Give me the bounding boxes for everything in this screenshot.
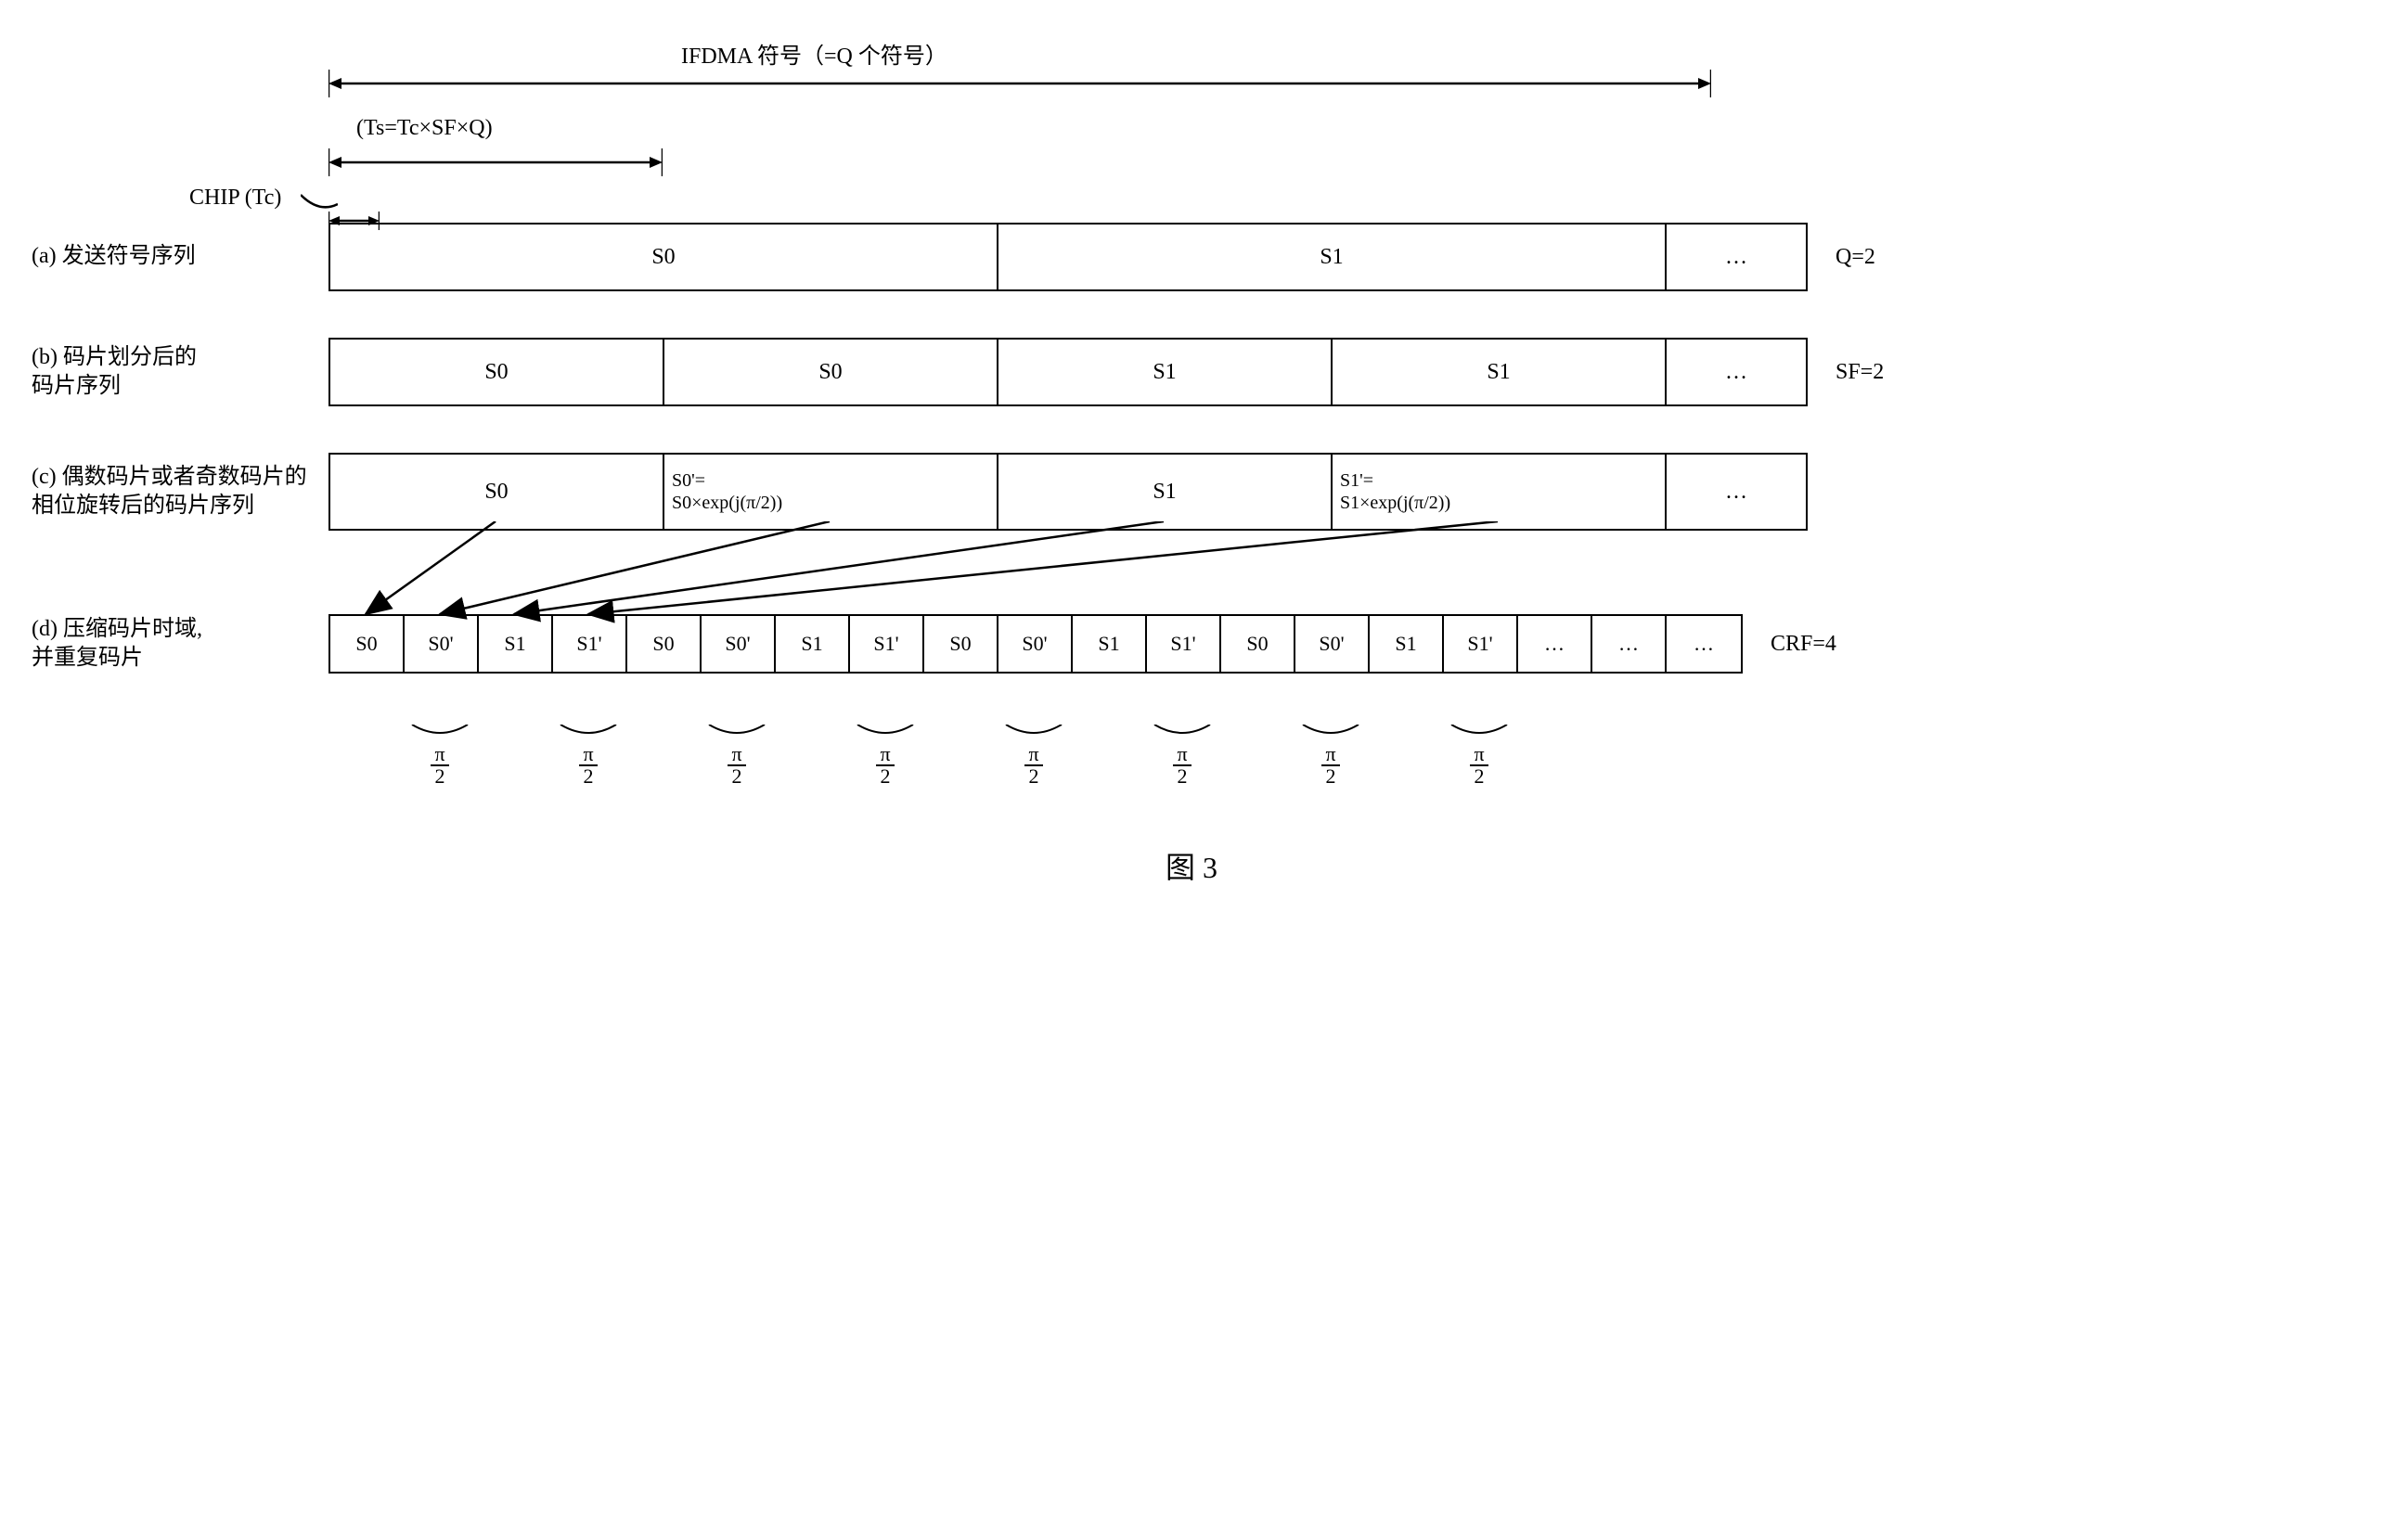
cell-d-5: S0'	[702, 616, 776, 672]
pi-over-2-row: π2 π2 π2 π2 π2 π2 π2 π2	[328, 720, 2351, 789]
cell-d-8: S0	[924, 616, 998, 672]
cell-c-3: S1'= S1×exp(j(π/2))	[1333, 455, 1667, 529]
pi-group-8: π2	[1405, 720, 1553, 789]
row-a-right: Q=2	[1836, 245, 1875, 270]
cell-d-12: S0	[1221, 616, 1295, 672]
row-d-right: CRF=4	[1771, 632, 1836, 657]
cell-c-1: S0'= S0×exp(j(π/2))	[664, 455, 998, 529]
cell-a-s0: S0	[330, 225, 998, 289]
cell-d-0: S0	[330, 616, 405, 672]
cell-d-18: …	[1667, 616, 1741, 672]
cell-b-3: S1	[1333, 340, 1667, 404]
cell-b-1: S0	[664, 340, 998, 404]
row-b-label: (b) 码片划分后的 码片序列	[32, 343, 328, 401]
cell-d-1: S0'	[405, 616, 479, 672]
cell-d-13: S0'	[1295, 616, 1370, 672]
cell-d-6: S1	[776, 616, 850, 672]
row-c: (c) 偶数码片或者奇数码片的相位旋转后的码片序列 S0 S0'= S0×exp…	[32, 453, 2351, 531]
cell-d-16: …	[1518, 616, 1592, 672]
pi-group-3: π2	[663, 720, 811, 789]
cell-d-3: S1'	[553, 616, 627, 672]
pi-group-5: π2	[960, 720, 1108, 789]
cell-d-7: S1'	[850, 616, 924, 672]
chip-arc	[301, 190, 338, 209]
cell-b-2: S1	[998, 340, 1333, 404]
cell-d-10: S1	[1073, 616, 1147, 672]
ts-span-arrow	[328, 148, 663, 176]
pi-group-6: π2	[1108, 720, 1256, 789]
mapping-arrows	[328, 521, 1813, 623]
ifdma-symbol-label: IFDMA 符号（=Q 个符号）	[681, 37, 947, 70]
cell-d-11: S1'	[1147, 616, 1221, 672]
figure-caption: 图 3	[32, 844, 2351, 887]
cell-b-0: S0	[330, 340, 664, 404]
ifdma-span-arrow	[328, 70, 1711, 97]
pi-group-7: π2	[1256, 720, 1405, 789]
pi-group-1: π2	[366, 720, 514, 789]
cell-d-15: S1'	[1444, 616, 1518, 672]
row-d: (d) 压缩码片时域, 并重复码片 S0 S0' S1 S1' S0 S0' S…	[32, 614, 2351, 674]
row-a: (a) 发送符号序列 S0 S1 … Q=2	[32, 223, 2351, 291]
row-b-right: SF=2	[1836, 360, 1884, 385]
cell-a-s1: S1	[998, 225, 1667, 289]
cell-d-14: S1	[1370, 616, 1444, 672]
cell-d-17: …	[1592, 616, 1667, 672]
cell-d-9: S0'	[998, 616, 1073, 672]
row-d-label: (d) 压缩码片时域, 并重复码片	[32, 615, 328, 673]
row-c-label: (c) 偶数码片或者奇数码片的相位旋转后的码片序列	[32, 463, 328, 520]
cell-c-more: …	[1667, 455, 1806, 529]
cell-d-2: S1	[479, 616, 553, 672]
cell-c-0: S0	[330, 455, 664, 529]
cell-c-2: S1	[998, 455, 1333, 529]
cell-b-more: …	[1667, 340, 1806, 404]
cell-a-more: …	[1667, 225, 1806, 289]
row-b: (b) 码片划分后的 码片序列 S0 S0 S1 S1 … SF=2	[32, 338, 2351, 406]
ts-formula-label: (Ts=Tc×SF×Q)	[356, 116, 493, 141]
pi-group-4: π2	[811, 720, 960, 789]
pi-group-2: π2	[514, 720, 663, 789]
row-a-label: (a) 发送符号序列	[32, 242, 328, 271]
cell-d-4: S0	[627, 616, 702, 672]
chip-tc-label: CHIP (Tc)	[189, 186, 281, 211]
